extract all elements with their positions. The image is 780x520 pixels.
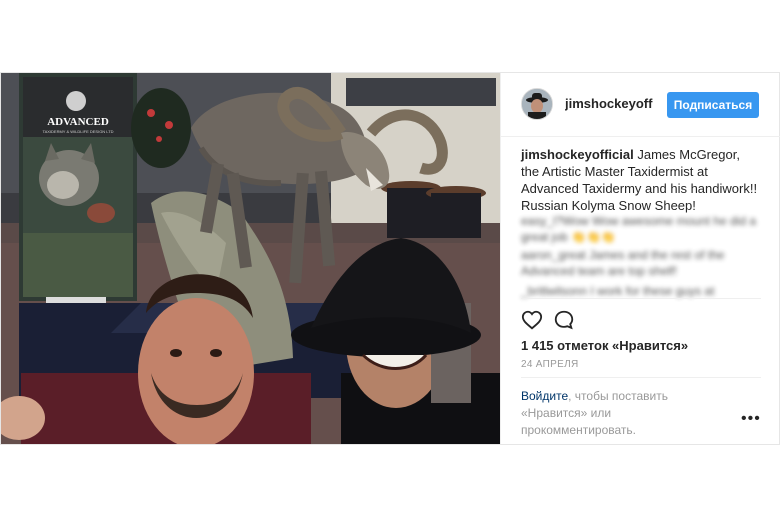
- login-link[interactable]: Войдите: [521, 389, 568, 403]
- username-link[interactable]: jimshockeyoffic: [565, 96, 653, 111]
- comment-item: aaron_great James and the rest of the Ad…: [521, 248, 725, 278]
- post-details-panel: jimshockeyoffic Подписаться jimshockeyof…: [500, 73, 780, 444]
- heart-icon[interactable]: [521, 309, 543, 336]
- comment-item: _britlwilsonn I work for these guys at: [521, 284, 715, 298]
- caption-username[interactable]: jimshockeyofficial: [521, 147, 634, 162]
- login-prompt: Войдите, чтобы поставить «Нравится» или …: [521, 388, 721, 439]
- comment-item: easy_l?Wow Wow awesome mount he did a gr…: [521, 214, 757, 244]
- avatar-image: [522, 89, 552, 119]
- post-caption: jimshockeyofficial James McGregor, the A…: [521, 146, 761, 214]
- divider: [521, 298, 761, 299]
- avatar[interactable]: [521, 88, 553, 120]
- post-photo[interactable]: ADVANCED TAXIDERMY & WILDLIFE DESIGN LTD: [1, 73, 500, 444]
- photo-illustration: ADVANCED TAXIDERMY & WILDLIFE DESIGN LTD: [1, 73, 500, 444]
- banner-logo-text: ADVANCED: [47, 116, 109, 128]
- divider: [521, 377, 761, 378]
- post-header: jimshockeyoffic Подписаться: [501, 73, 780, 137]
- more-options-icon[interactable]: •••: [741, 410, 761, 428]
- follow-button[interactable]: Подписаться: [667, 92, 759, 118]
- post-date: 24 АПРЕЛЯ: [521, 359, 579, 370]
- banner-logo-subtext: TAXIDERMY & WILDLIFE DESIGN LTD: [42, 129, 113, 134]
- comment-icon[interactable]: [553, 309, 575, 336]
- likes-count[interactable]: 1 415 отметок «Нравится»: [521, 338, 688, 353]
- instagram-post-embed: ADVANCED TAXIDERMY & WILDLIFE DESIGN LTD: [0, 72, 780, 445]
